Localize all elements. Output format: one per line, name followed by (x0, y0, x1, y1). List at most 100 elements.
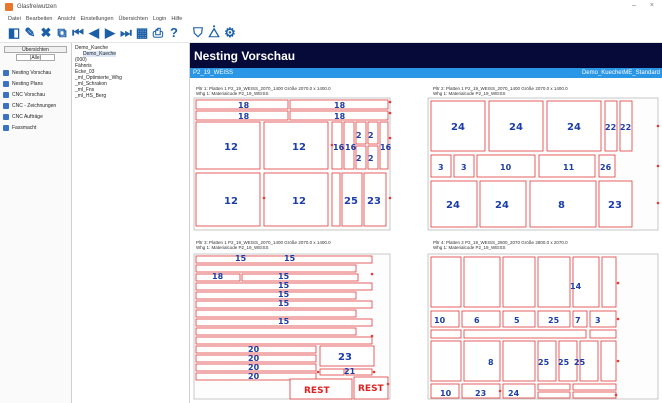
material-code: P2_19_WEISS (193, 70, 234, 76)
svg-text:3: 3 (461, 163, 467, 172)
part (589, 310, 617, 328)
layers-icon[interactable]: ◧ (7, 25, 21, 41)
help-icon[interactable]: ? (167, 25, 181, 41)
next-icon[interactable]: ▶ (103, 25, 117, 41)
svg-text:23: 23 (338, 352, 352, 363)
sidebar-item-label: Nesting Plans (12, 80, 43, 87)
project-path: Demo_Kueche\ME_Standard (581, 70, 660, 76)
svg-text:25: 25 (344, 196, 358, 207)
edit-icon[interactable]: ✎ (23, 25, 37, 41)
menu-bar: Datei Bearbeiten Ansicht Einstellungen Ü… (0, 14, 662, 23)
sidebar-filter[interactable]: (Alle) (16, 54, 55, 61)
menu-datei[interactable]: Datei (8, 16, 21, 22)
svg-text:6: 6 (474, 316, 480, 325)
drawing-icon (3, 102, 9, 109)
svg-text:25: 25 (558, 358, 570, 367)
prev-icon[interactable]: ◀ (87, 25, 101, 41)
part (195, 327, 357, 336)
svg-text:24: 24 (446, 200, 460, 211)
svg-text:16: 16 (345, 143, 357, 152)
part (463, 340, 501, 382)
sidebar-item-cnc-vorschau[interactable]: CNC Vorschau (0, 89, 71, 100)
sidebar-item-fassmacht[interactable]: Fassmacht (0, 122, 71, 133)
svg-text:5: 5 (514, 316, 520, 325)
nesting-icon (3, 69, 9, 76)
part (502, 340, 536, 382)
svg-text:12: 12 (224, 142, 238, 153)
svg-text:2: 2 (368, 131, 374, 140)
title-bar: Glasfreiwutzen – × (0, 0, 662, 14)
menu-uebersichten[interactable]: Übersichten (119, 16, 148, 22)
optimize-icon[interactable]: ⧊ (207, 25, 221, 41)
svg-text:18: 18 (238, 101, 250, 110)
svg-text:24: 24 (567, 122, 581, 133)
svg-text:18: 18 (238, 112, 250, 121)
menu-login[interactable]: Login (153, 16, 166, 22)
svg-text:15: 15 (278, 281, 290, 290)
cnc-icon (3, 91, 9, 98)
svg-text:16: 16 (333, 143, 345, 152)
part (195, 264, 357, 273)
sidebar-item-cnc-auftraege[interactable]: CNC Aufträge (0, 111, 71, 122)
svg-text:12: 12 (292, 196, 306, 207)
nesting-plates: Pltr 1: Platten 1 P2_19_WEISS_2070_1400 … (190, 78, 662, 403)
svg-text:23: 23 (608, 200, 622, 211)
part (430, 340, 462, 382)
svg-text:26: 26 (600, 163, 612, 172)
menu-bearbeiten[interactable]: Bearbeiten (26, 16, 53, 22)
sidebar-item-cnc-zeichnungen[interactable]: CNC - Zeichnungen (0, 100, 71, 111)
tree-node[interactable]: _ml_HS_Berg (75, 93, 186, 99)
flow-icon[interactable]: ⛉ (191, 25, 205, 41)
svg-text:16: 16 (380, 143, 392, 152)
part (195, 336, 373, 345)
svg-text:REST: REST (358, 384, 385, 394)
part (600, 340, 617, 382)
first-icon[interactable]: ⏮ (71, 25, 85, 41)
svg-text:2: 2 (356, 154, 362, 163)
close-button[interactable]: × (650, 2, 654, 9)
svg-text:14: 14 (570, 282, 582, 291)
part (195, 291, 357, 300)
sidebar-item-label: CNC Aufträge (12, 113, 43, 120)
svg-text:25: 25 (538, 358, 550, 367)
page-title: Nesting Vorschau (190, 43, 662, 68)
sidebar-item-nesting-plans[interactable]: Nesting Plans (0, 78, 71, 89)
svg-text:20: 20 (248, 372, 260, 381)
sidebar-header[interactable]: Übersichten (4, 46, 67, 53)
overview-sidebar: Übersichten (Alle) Nesting Vorschau Nest… (0, 43, 72, 403)
svg-text:21: 21 (344, 367, 356, 376)
svg-text:3: 3 (595, 316, 601, 325)
svg-text:8: 8 (558, 200, 565, 211)
svg-text:15: 15 (284, 254, 296, 263)
svg-text:12: 12 (224, 196, 238, 207)
minimize-button[interactable]: – (632, 2, 636, 9)
part (572, 383, 617, 391)
svg-text:10: 10 (434, 316, 446, 325)
svg-text:24: 24 (495, 200, 509, 211)
menu-ansicht[interactable]: Ansicht (57, 16, 75, 22)
sidebar-item-label: CNC - Zeichnungen (12, 102, 57, 109)
part (461, 310, 501, 328)
svg-text:10: 10 (440, 389, 452, 398)
svg-text:15: 15 (278, 317, 290, 326)
grid-icon[interactable]: ▦ (135, 25, 149, 41)
svg-text:15: 15 (235, 254, 247, 263)
part (537, 256, 571, 308)
last-icon[interactable]: ⏭ (119, 25, 133, 41)
part (502, 256, 536, 308)
delete-icon[interactable]: ✖ (39, 25, 53, 41)
svg-text:18: 18 (212, 272, 224, 281)
svg-text:2: 2 (356, 131, 362, 140)
part (537, 391, 571, 399)
settings-icon[interactable]: ⚙ (223, 25, 237, 41)
menu-hilfe[interactable]: Hilfe (171, 16, 182, 22)
sidebar-item-nesting-vorschau[interactable]: Nesting Vorschau (0, 67, 71, 78)
print-icon[interactable]: ⎙ (151, 25, 165, 41)
svg-text:8: 8 (488, 358, 494, 367)
menu-einstellungen[interactable]: Einstellungen (81, 16, 114, 22)
copy-icon[interactable]: ⧉ (55, 25, 69, 41)
svg-text:23: 23 (475, 389, 486, 398)
svg-text:3: 3 (438, 163, 444, 172)
part (463, 256, 501, 308)
part (463, 329, 587, 339)
